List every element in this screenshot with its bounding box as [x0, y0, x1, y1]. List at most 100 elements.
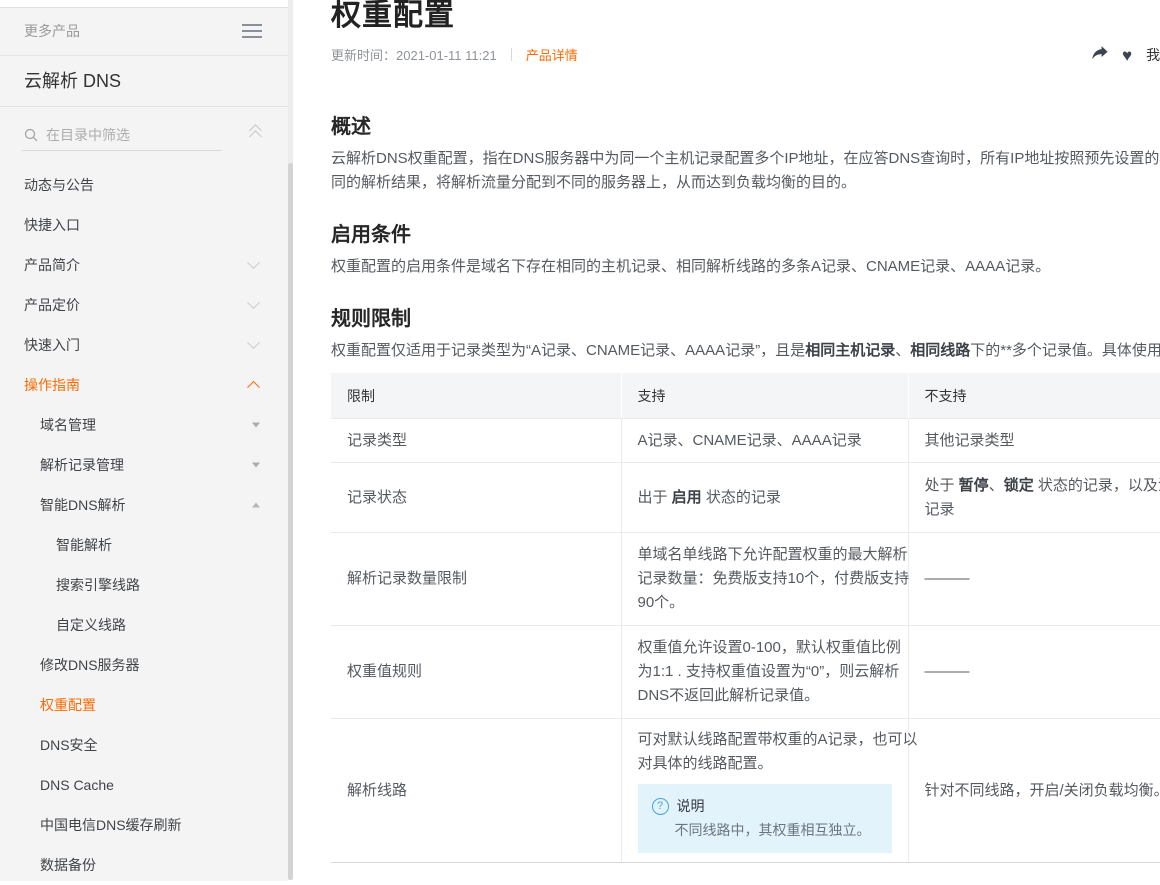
section-heading: 启用条件 [331, 223, 1160, 247]
sidebar-item-label: 权重配置 [40, 697, 96, 713]
page-title: 权重配置 [331, 0, 1160, 36]
table-header-cell: 限制 [331, 373, 621, 419]
text-line: 其他记录类型 [925, 429, 1160, 453]
sidebar-item[interactable]: 域名管理 [0, 405, 288, 445]
table-row: 权重值规则 权重值允许设置0-100，默认权重值比例为1:1 . 支持权重值设置为… [331, 626, 1160, 719]
text-line: 权重值允许设置0-100，默认权重值比例 [638, 636, 892, 660]
section-heading: 规则限制 [331, 307, 1160, 331]
product-detail-link[interactable]: 产品详情 [526, 45, 578, 64]
table-cell-support: 出于 启用 状态的记录 [621, 463, 908, 533]
sidebar-item[interactable]: 动态与公告 [0, 165, 288, 205]
sidebar-item-label: 域名管理 [40, 417, 96, 433]
text-segment: 记录类型 [347, 432, 407, 449]
note-header: ?说明 [652, 795, 878, 817]
text-segment: 下的**多个记录值。具体使用规则如下： [970, 342, 1160, 359]
sidebar-item[interactable]: 产品定价 [0, 285, 288, 325]
limits-table: 限制支持不支持记录类型A记录、CNAME记录、AAAA记录其他记录类型记录状态出… [331, 373, 1160, 863]
hamburger-menu-icon[interactable] [242, 24, 262, 42]
toc-search-input[interactable] [22, 120, 222, 151]
text-segment: 处于 [925, 477, 959, 494]
text-segment: ——— [925, 570, 970, 587]
paragraph: 权重配置的启用条件是域名下存在相同的主机记录、相同解析线路的多条A记录、CNAM… [331, 255, 1160, 279]
text-segment: ——— [925, 663, 970, 680]
sidebar-item[interactable]: 自定义线路 [0, 605, 288, 645]
sidebar-item-label: 快捷入口 [24, 217, 80, 233]
sidebar-item[interactable]: 产品简介 [0, 245, 288, 285]
text-line: 对具体的线路配置。 [638, 752, 892, 776]
sidebar-item-label: 解析记录管理 [40, 457, 124, 473]
share-icon[interactable] [1091, 45, 1108, 65]
favorite-heart-icon[interactable]: ♥ [1122, 47, 1132, 64]
text-segment: 锁定 [1004, 477, 1034, 494]
table-row: 记录类型 A记录、CNAME记录、AAAA记录 其他记录类型 [331, 419, 1160, 463]
text-line: 90个。 [638, 591, 892, 615]
text-line: 解析线路 [347, 779, 605, 803]
text-segment: 可对默认线路配置带权重的A记录，也可以 [638, 731, 918, 748]
sidebar-item[interactable]: 搜索引擎线路 [0, 565, 288, 605]
sidebar-item-label: 快速入门 [24, 337, 80, 353]
chevron-down-icon [247, 336, 260, 349]
note-title: 说明 [677, 796, 705, 816]
sidebar-item-label: 搜索引擎线路 [56, 577, 140, 593]
chevron-down-icon [247, 256, 260, 269]
sidebar-item[interactable]: 权重配置 [0, 685, 288, 725]
table-cell-limit: 解析记录数量限制 [331, 533, 621, 626]
table-cell-limit: 解析线路 [331, 719, 621, 863]
sidebar-item-label: DNS安全 [40, 737, 98, 753]
sidebar-item[interactable]: 解析记录管理 [0, 445, 288, 485]
sidebar-item[interactable]: 智能DNS解析 [0, 485, 288, 525]
table-cell-unsupport: 针对不同线路，开启/关闭负载均衡。 [908, 719, 1160, 863]
text-segment: 权重值规则 [347, 663, 422, 680]
sidebar-item-label: 数据备份 [40, 857, 96, 873]
table-cell-support: 可对默认线路配置带权重的A记录，也可以对具体的线路配置。?说明不同线路中，其权重… [621, 719, 908, 863]
table-cell-support: 单域名单线路下允许配置权重的最大解析记录数量：免费版支持10个，付费版支持90个… [621, 533, 908, 626]
table-cell-support: 权重值允许设置0-100，默认权重值比例为1:1 . 支持权重值设置为“0”，则… [621, 626, 908, 719]
main-content: ♥ 我 权重配置 更新时间：2021-01-11 11:21 产品详情 概述云解… [293, 0, 1160, 880]
sidebar-item[interactable]: 数据备份 [0, 845, 288, 885]
text-line: ——— [925, 660, 1160, 684]
table-cell-unsupport: 其他记录类型 [908, 419, 1160, 463]
sidebar-item[interactable]: 快捷入口 [0, 205, 288, 245]
sidebar-item[interactable]: 修改DNS服务器 [0, 645, 288, 685]
section-heading: 概述 [331, 115, 1160, 139]
chevron-tri-down-icon [252, 423, 260, 428]
text-segment: 、 [895, 342, 910, 359]
text-line: 出于 启用 状态的记录 [638, 486, 892, 510]
chevron-tri-down-icon [252, 463, 260, 468]
sidebar-item-label: 动态与公告 [24, 177, 94, 193]
table-row: 解析线路可对默认线路配置带权重的A记录，也可以对具体的线路配置。?说明不同线路中… [331, 719, 1160, 863]
sidebar-item[interactable]: 操作指南 [0, 365, 288, 405]
text-segment: 其他记录类型 [925, 432, 1015, 449]
text-line: 权重配置仅适用于记录类型为“A记录、CNAME记录、AAAA记录”，且是相同主机… [331, 339, 1160, 363]
sidebar-item[interactable]: 快速入门 [0, 325, 288, 365]
sidebar-item[interactable]: DNS安全 [0, 725, 288, 765]
text-segment: 状态的记录 [702, 489, 781, 506]
collapse-toc-icon[interactable] [250, 125, 262, 139]
text-line: 记录类型 [347, 429, 605, 453]
sidebar-item-label: 自定义线路 [56, 617, 126, 633]
text-line: 记录 [925, 498, 1160, 522]
table-row: 解析记录数量限制单域名单线路下允许配置权重的最大解析记录数量：免费版支持10个，… [331, 533, 1160, 626]
sidebar-product-bar: 云解析 DNS [0, 56, 288, 107]
text-line: 云解析DNS权重配置，指在DNS服务器中为同一个主机记录配置多个IP地址，在应答… [331, 147, 1160, 171]
product-title: 云解析 DNS [0, 56, 288, 106]
text-segment: 启用 [672, 489, 702, 506]
text-line: 权重配置的启用条件是域名下存在相同的主机记录、相同解析线路的多条A记录、CNAM… [331, 255, 1160, 279]
sidebar-item[interactable]: DNS Cache [0, 765, 288, 805]
sidebar-item-label: 智能解析 [56, 537, 112, 553]
chevron-down-icon [247, 296, 260, 309]
text-segment: 、 [989, 477, 1004, 494]
text-line: 针对不同线路，开启/关闭负载均衡。 [925, 779, 1160, 803]
sidebar-item[interactable]: 中国电信DNS缓存刷新 [0, 805, 288, 845]
text-segment: A记录、CNAME记录、AAAA记录 [638, 432, 862, 449]
sidebar-item-label: 中国电信DNS缓存刷新 [40, 817, 182, 833]
text-segment: 权重配置的启用条件是域名下存在相同的主机记录、相同解析线路的多条A记录、CNAM… [331, 258, 1050, 275]
text-line: 处于 暂停、锁定 状态的记录，以及泛解析 [925, 474, 1160, 498]
sidebar: 更多产品 云解析 DNS 动态与公告快捷入口产品简介产品定价快速入门操作指南域名… [0, 7, 288, 881]
text-segment: 单域名单线路下允许配置权重的最大解析 [638, 546, 908, 563]
text-segment: 权重配置仅适用于记录类型为“A记录、CNAME记录、AAAA记录”，且是 [331, 342, 805, 359]
sidebar-item[interactable]: 智能解析 [0, 525, 288, 565]
text-segment: 对具体的线路配置。 [638, 755, 773, 772]
user-menu[interactable]: 我 [1146, 45, 1160, 65]
text-line: 为1:1 . 支持权重值设置为“0”，则云解析 [638, 660, 892, 684]
